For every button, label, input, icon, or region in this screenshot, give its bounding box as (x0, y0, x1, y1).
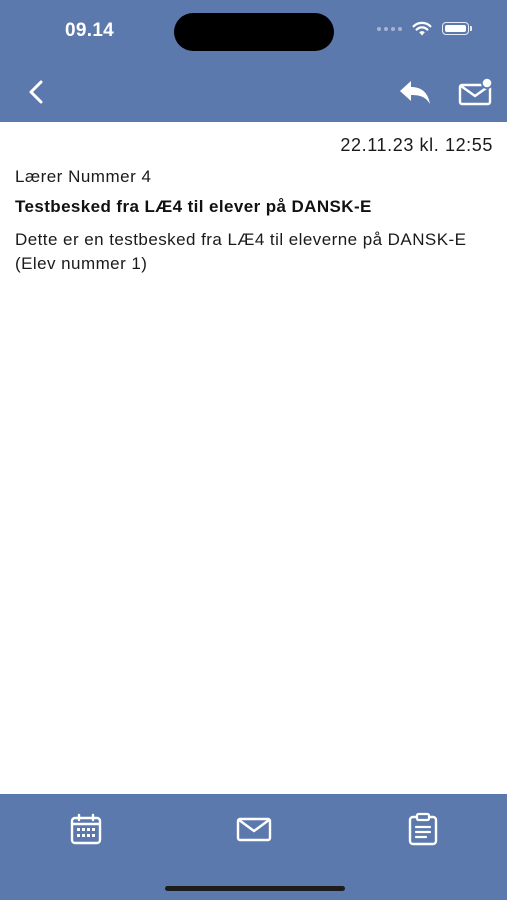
message-body: Dette er en testbesked fra LÆ4 til eleve… (15, 230, 467, 273)
status-icons (377, 21, 472, 36)
tab-calendar[interactable] (66, 812, 106, 846)
wifi-icon (412, 21, 432, 36)
calendar-icon (70, 813, 102, 845)
message-detail-screen: 09.14 22.11.23 kl. 12:55 Lærer Nummer 4 … (0, 0, 507, 900)
tab-assignments[interactable] (403, 812, 443, 846)
message-date: 22.11.23 kl. 12:55 (340, 135, 493, 155)
home-indicator[interactable] (165, 886, 345, 891)
new-message-button[interactable] (456, 76, 494, 108)
chevron-left-icon (29, 80, 43, 104)
battery-icon (442, 22, 472, 35)
status-time: 09.14 (65, 20, 115, 41)
reply-button[interactable] (396, 78, 434, 108)
back-button[interactable] (22, 76, 52, 108)
tab-messages[interactable] (234, 812, 274, 846)
message-sender: Lærer Nummer 4 (15, 167, 152, 186)
mail-icon (236, 817, 272, 842)
tab-bar (0, 794, 507, 900)
cellular-signal-icon (377, 26, 402, 31)
message-subject: Testbesked fra LÆ4 til elever på DANSK-E (15, 197, 372, 216)
reply-icon (400, 81, 430, 104)
mail-badge-icon (458, 77, 493, 106)
dynamic-island (174, 13, 334, 51)
clipboard-icon (408, 812, 438, 846)
top-bar: 09.14 (0, 0, 507, 122)
